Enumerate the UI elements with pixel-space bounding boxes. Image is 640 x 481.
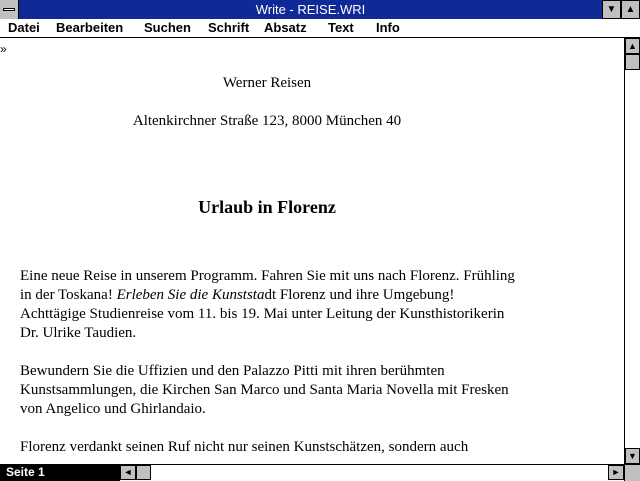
document-heading: Urlaub in Florenz	[198, 197, 336, 217]
menu-bearbeiten[interactable]: Bearbeiten	[56, 20, 123, 35]
scroll-right-button[interactable]: ►	[608, 465, 624, 480]
menu-bar: Datei Bearbeiten Suchen Schrift Absatz T…	[0, 19, 640, 38]
vertical-scroll-thumb[interactable]	[625, 54, 640, 70]
menu-datei[interactable]: Datei	[8, 20, 40, 35]
sender-address: Altenkirchner Straße 123, 8000 München 4…	[132, 113, 402, 129]
paragraph-2: Bewundern Sie die Uffizien und den Palaz…	[20, 363, 509, 417]
system-menu-button[interactable]	[0, 0, 19, 19]
status-bar: Seite 1 ◄ ►	[0, 464, 640, 481]
scroll-up-button[interactable]: ▲	[625, 38, 640, 54]
page-break-marker: »	[0, 42, 7, 56]
paragraph-1: Eine neue Reise in unserem Programm. Fah…	[20, 267, 520, 343]
horizontal-scrollbar[interactable]: ◄ ►	[120, 465, 624, 481]
menu-absatz[interactable]: Absatz	[264, 20, 307, 35]
menu-suchen[interactable]: Suchen	[144, 20, 191, 35]
sender-name: Werner Reisen	[222, 75, 312, 91]
menu-text[interactable]: Text	[328, 20, 354, 35]
menu-info[interactable]: Info	[376, 20, 400, 35]
maximize-button[interactable]: ▲	[621, 0, 640, 19]
system-menu-icon	[3, 8, 15, 11]
vertical-scrollbar[interactable]: ▲ ▼	[624, 38, 640, 464]
minimize-button[interactable]: ▼	[602, 0, 621, 19]
page-indicator: Seite 1	[0, 465, 120, 481]
paragraph-1-italic: Erleben Sie die Kunststa	[116, 287, 265, 303]
menu-schrift[interactable]: Schrift	[208, 20, 249, 35]
paragraph-3: Florenz verdankt seinen Ruf nicht nur se…	[20, 439, 469, 455]
document-area[interactable]: » Werner Reisen Altenkirchner Straße 123…	[0, 38, 624, 464]
scroll-down-button[interactable]: ▼	[625, 448, 640, 464]
title-bar: Write - REISE.WRI ▼ ▲	[0, 0, 640, 19]
scroll-left-button[interactable]: ◄	[120, 465, 136, 480]
size-box	[624, 465, 640, 481]
window-title: Write - REISE.WRI	[255, 2, 366, 17]
horizontal-scroll-thumb[interactable]	[136, 465, 151, 480]
